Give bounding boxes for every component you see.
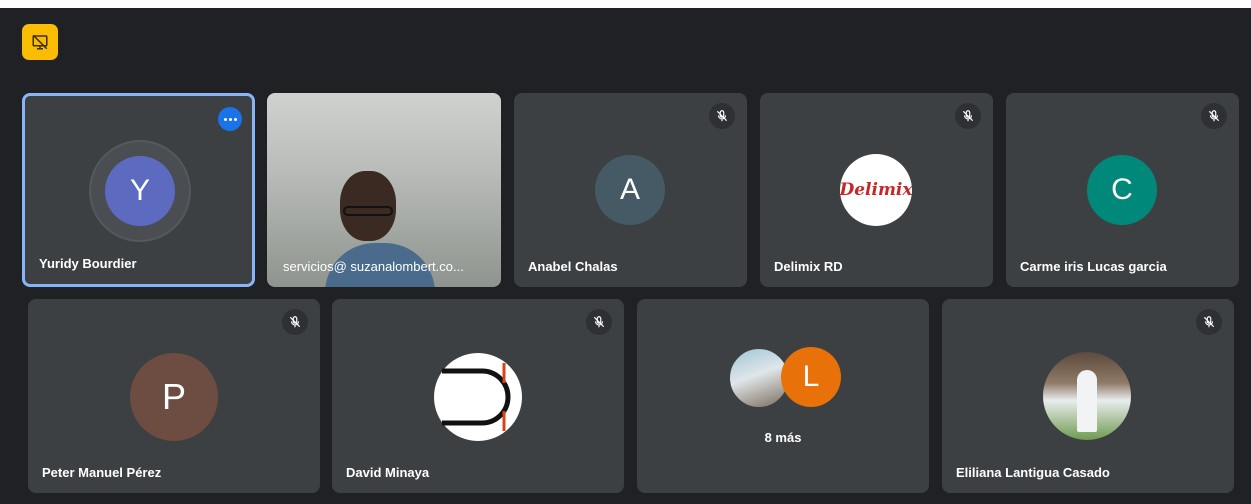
mic-off-icon	[593, 316, 605, 328]
video-glasses	[343, 206, 393, 216]
logo-shape	[442, 363, 511, 431]
avatar: L	[781, 347, 841, 407]
participant-tile-video[interactable]: servicios@ suzanalombert.co...	[267, 93, 501, 287]
avatar: Y	[105, 156, 175, 226]
avatar-photo	[1043, 352, 1131, 440]
participant-tile-eliliana[interactable]: Eliliana Lantigua Casado	[942, 299, 1234, 493]
avatar-logo	[434, 353, 522, 441]
mic-off-button	[282, 309, 308, 335]
participant-name: Yuridy Bourdier	[39, 256, 137, 271]
mic-off-button	[955, 103, 981, 129]
mic-off-icon	[716, 110, 728, 122]
participant-tile-more[interactable]: L 8 más	[637, 299, 929, 493]
avatar: A	[595, 155, 665, 225]
mic-off-button	[586, 309, 612, 335]
mic-off-icon	[1203, 316, 1215, 328]
avatar: P	[130, 353, 218, 441]
presentation-off-icon	[32, 34, 48, 50]
participant-tile-peter[interactable]: P Peter Manuel Pérez	[28, 299, 320, 493]
mic-off-icon	[962, 110, 974, 122]
delimix-logo: Delimix	[839, 154, 913, 226]
avatar-initial: L	[802, 360, 820, 393]
presentation-notice-button[interactable]	[22, 24, 58, 60]
participant-name: servicios@ suzanalombert.co...	[283, 259, 464, 274]
mic-off-icon	[289, 316, 301, 328]
participant-name: Anabel Chalas	[528, 259, 618, 274]
participant-name: Carme iris Lucas garcia	[1020, 259, 1167, 274]
avatar-initial: P	[161, 376, 186, 417]
participant-tile-delimix[interactable]: Delimix Delimix RD	[760, 93, 993, 287]
avatar-initial: A	[619, 173, 640, 206]
mic-off-icon	[1208, 110, 1220, 122]
participant-name: Eliliana Lantigua Casado	[956, 465, 1110, 480]
avatar-initial: Y	[129, 174, 150, 207]
participant-name: Peter Manuel Pérez	[42, 465, 162, 480]
mic-off-button	[1201, 103, 1227, 129]
participant-tile-carme[interactable]: C Carme iris Lucas garcia	[1006, 93, 1239, 287]
avatar: C	[1087, 155, 1157, 225]
mic-off-button	[709, 103, 735, 129]
participant-tile-yuridy[interactable]: Y Yuridy Bourdier	[22, 93, 255, 287]
mic-off-button	[1196, 309, 1222, 335]
participant-name: David Minaya	[346, 465, 430, 480]
participant-tile-david[interactable]: David Minaya	[332, 299, 624, 493]
photo-person	[1077, 370, 1097, 432]
more-options-button[interactable]	[218, 107, 242, 131]
participant-tile-anabel[interactable]: A Anabel Chalas	[514, 93, 747, 287]
more-participants-label: 8 más	[764, 430, 802, 445]
participant-name: Delimix RD	[774, 259, 843, 274]
video-feed	[267, 93, 501, 287]
avatar-initial: C	[1111, 173, 1133, 206]
more-options-icon	[223, 117, 238, 121]
logo-text: Delimix	[839, 180, 913, 200]
top-bar	[0, 0, 1251, 8]
